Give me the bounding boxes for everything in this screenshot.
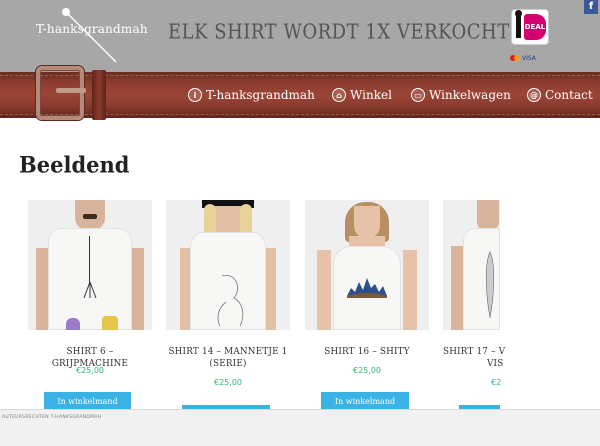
- section-title: Beeldend: [19, 151, 130, 178]
- ideal-logo: DEAL: [511, 9, 549, 45]
- cart-icon: ▭: [411, 88, 425, 102]
- nav-label: Winkelwagen: [429, 88, 511, 102]
- facebook-icon[interactable]: f: [584, 0, 598, 14]
- nav-label: Contact: [545, 88, 593, 102]
- product-name[interactable]: SHIRT 14 – MANNETJE 1 (SERIE): [166, 346, 290, 370]
- product-price: €2: [491, 378, 502, 387]
- home-icon: ⌂: [332, 88, 346, 102]
- belt-loop: [92, 70, 106, 120]
- visa-label: VISA: [522, 54, 536, 62]
- payment-cards: VISA: [510, 53, 550, 63]
- tagline: ELK SHIRT WORDT 1X VERKOCHT!: [168, 20, 518, 45]
- product-image[interactable]: [166, 200, 290, 330]
- nav-label: T-hanksgrandmah: [206, 88, 315, 102]
- nav-label: Winkel: [350, 88, 392, 102]
- site-footer: AUTEURSRECHTEN T-HANKSGRANDMAH: [0, 409, 600, 446]
- info-icon: i: [188, 88, 202, 102]
- mastercard-icon: [510, 55, 520, 61]
- product-price: €25,00: [214, 378, 242, 387]
- buckle-prong: [56, 88, 86, 93]
- add-to-cart-button[interactable]: In winkelmand: [44, 392, 131, 410]
- nav-item-shop[interactable]: ⌂ Winkel: [332, 85, 392, 105]
- ideal-i-icon: [515, 10, 522, 38]
- ideal-label: DEAL: [524, 14, 546, 40]
- at-icon: @: [527, 88, 541, 102]
- belt-buckle-icon: [36, 66, 84, 120]
- product-name[interactable]: SHIRT 17 – V VIS: [443, 346, 523, 370]
- site-header: T-hanksgrandmah ELK SHIRT WORDT 1X VERKO…: [0, 0, 600, 72]
- product-image[interactable]: [443, 200, 500, 330]
- product-name[interactable]: SHIRT 16 – SHITY: [305, 346, 429, 358]
- product-image[interactable]: [28, 200, 152, 330]
- nav-item-cart[interactable]: ▭ Winkelwagen: [411, 85, 511, 105]
- copyright-text: AUTEURSRECHTEN T-HANKSGRANDMAH: [2, 415, 102, 420]
- nav-item-about[interactable]: i T-hanksgrandmah: [188, 85, 315, 105]
- product-price: €25,00: [353, 366, 381, 375]
- product-price: €25,00: [76, 366, 104, 375]
- add-to-cart-button[interactable]: In winkelmand: [321, 392, 409, 410]
- site-logo[interactable]: T-hanksgrandmah: [36, 22, 148, 36]
- product-image[interactable]: [305, 200, 429, 330]
- nav-item-contact[interactable]: @ Contact: [527, 85, 593, 105]
